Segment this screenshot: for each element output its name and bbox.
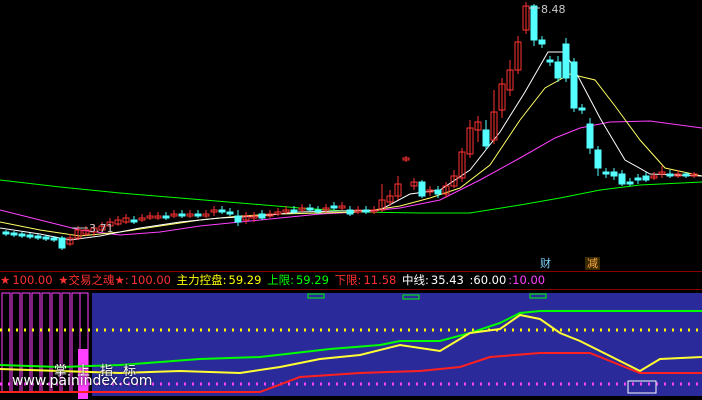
candle-down: [578, 107, 586, 111]
candle-down: [346, 209, 354, 215]
candle-down: [530, 5, 538, 41]
candle-down: [178, 213, 186, 217]
legend-item: 上限:: [267, 273, 294, 287]
candle-down: [314, 209, 322, 213]
ma-line-green: [0, 179, 702, 214]
reduce-badge[interactable]: 减: [585, 257, 600, 270]
legend-item: ★: [0, 273, 11, 287]
legend-item: 11.58: [363, 273, 397, 287]
candle-down: [226, 211, 234, 215]
candle-down: [42, 236, 50, 240]
candlestick-chart[interactable]: 8.48 3.71 财 减: [0, 0, 702, 272]
candle-down: [10, 232, 18, 236]
candle-down: [34, 235, 42, 239]
candle-down: [218, 209, 226, 213]
candle-down: [666, 173, 674, 177]
legend-item: 35.43: [430, 273, 464, 287]
candle-down: [18, 233, 26, 237]
candle-down: [290, 209, 298, 213]
candle-down: [50, 237, 58, 241]
candle-down: [562, 43, 570, 79]
legend-item: 100.00: [12, 273, 53, 287]
indicator-legend: ★ 100.00 ★交易之魂★: 100.00 主力控盘: 59.29 上限: 59.2…: [0, 272, 702, 289]
candle-down: [482, 129, 490, 147]
candle-down: [194, 213, 202, 217]
candle-down: [682, 173, 690, 177]
legend-item: 下限:: [334, 273, 362, 287]
candle-down: [546, 59, 554, 63]
legend-item: 中线:: [402, 273, 429, 287]
candle-down: [618, 173, 626, 185]
legend-item: 100.00: [130, 273, 171, 287]
candle-down: [538, 39, 546, 45]
candle-down: [634, 177, 642, 181]
legend-item: 59.29: [295, 273, 329, 287]
legend-item: :60.00: [469, 273, 507, 287]
candle-down: [610, 171, 618, 177]
candle-down: [570, 61, 578, 109]
candle-down: [586, 123, 594, 149]
watermark-url: www.painindex.com: [12, 373, 153, 389]
candle-down: [418, 181, 426, 197]
candle-down: [330, 205, 338, 209]
candle-down: [162, 215, 170, 219]
candle-down: [258, 213, 266, 219]
legend-item: :10.00: [508, 273, 546, 287]
candle-down: [234, 215, 242, 223]
candle-down: [2, 231, 10, 235]
legend-item: ★交易之魂★:: [58, 273, 129, 287]
finance-badge[interactable]: 财: [538, 257, 553, 270]
ma-line-magenta: [0, 120, 702, 236]
candle-down: [130, 219, 138, 223]
candle-down: [626, 181, 634, 185]
legend-item: 59.29: [228, 273, 262, 287]
legend-item: 主力控盘:: [176, 273, 227, 287]
candle-down: [434, 189, 442, 195]
candle-down: [58, 237, 66, 249]
indicator-band: [92, 293, 702, 396]
candle-down: [362, 209, 370, 213]
candle-down: [594, 149, 602, 169]
candle-down: [642, 175, 650, 181]
low-price-label: 3.71: [89, 222, 114, 235]
candle-down: [26, 234, 34, 238]
candle-down: [306, 207, 314, 211]
candle-down: [554, 61, 562, 79]
high-price-label: 8.48: [541, 3, 566, 16]
candle-down: [602, 171, 610, 175]
